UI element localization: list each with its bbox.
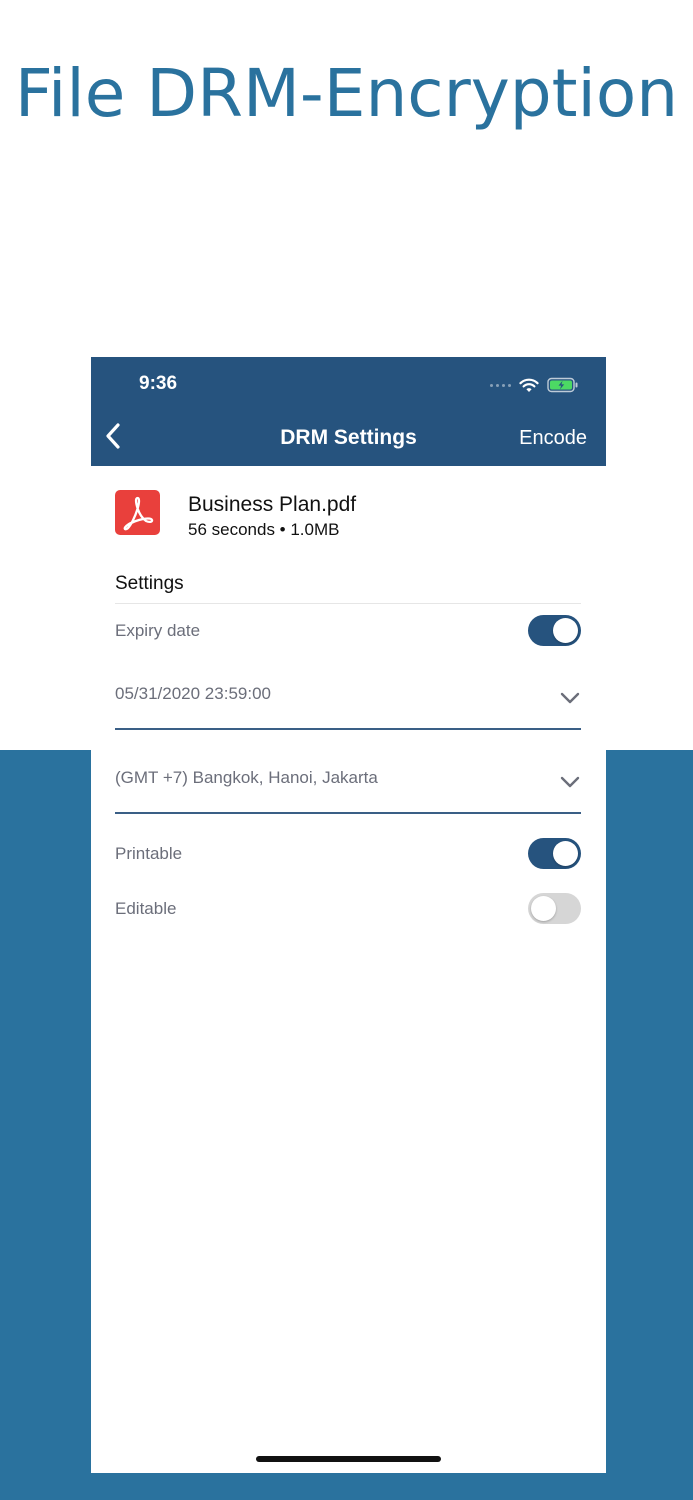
home-indicator	[256, 1456, 441, 1462]
pdf-icon	[115, 490, 160, 535]
hero-title: File DRM-Encryption	[14, 55, 679, 132]
encode-button[interactable]: Encode	[519, 427, 587, 450]
chevron-down-icon[interactable]	[559, 775, 581, 789]
chevron-down-icon[interactable]	[559, 691, 581, 705]
expiry-date-toggle[interactable]	[528, 615, 581, 646]
printable-label: Printable	[115, 844, 183, 863]
toggle-knob	[531, 896, 556, 921]
file-name: Business Plan.pdf	[188, 493, 357, 516]
phone-screen: 9:36 DRM Settings Encode Business Plan.p…	[91, 357, 606, 1473]
navigation-bar: 9:36 DRM Settings Encode	[91, 357, 606, 466]
expiry-date-select[interactable]: 05/31/2020 23:59:00	[115, 684, 271, 704]
signal-icon	[490, 383, 511, 387]
editable-label: Editable	[115, 899, 177, 918]
toggle-knob	[553, 618, 578, 643]
settings-section-title: Settings	[115, 573, 184, 594]
file-info: Business Plan.pdf 56 seconds • 1.0MB	[115, 490, 585, 540]
timezone-select[interactable]: (GMT +7) Bangkok, Hanoi, Jakarta	[115, 768, 378, 788]
section-divider	[115, 603, 581, 604]
timezone-underline	[115, 812, 581, 814]
battery-charging-icon	[547, 377, 578, 393]
printable-toggle[interactable]	[528, 838, 581, 869]
status-icons	[490, 375, 579, 395]
file-meta: 56 seconds • 1.0MB	[188, 520, 340, 539]
editable-toggle[interactable]	[528, 893, 581, 924]
status-time: 9:36	[139, 373, 178, 394]
expiry-date-underline	[115, 728, 581, 730]
toggle-knob	[553, 841, 578, 866]
wifi-icon	[519, 378, 539, 392]
expiry-date-label: Expiry date	[115, 621, 201, 640]
